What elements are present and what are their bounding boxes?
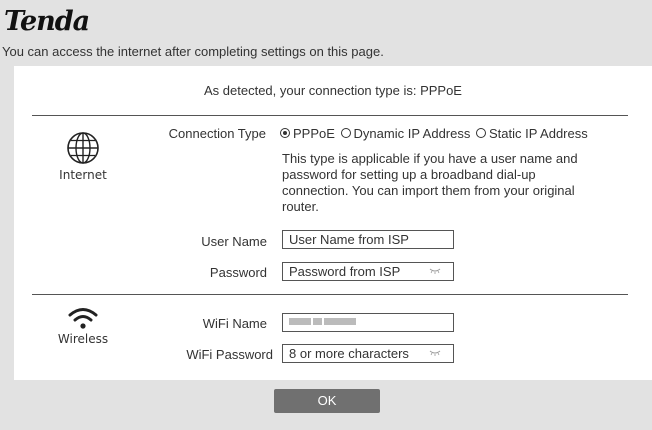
connection-type-description: This type is applicable if you have a us… [282, 151, 578, 214]
eye-closed-icon[interactable] [429, 268, 441, 274]
wifi-icon [68, 308, 98, 329]
radio-dynamic-ip-label: Dynamic IP Address [353, 126, 471, 141]
radio-dynamic-ip[interactable]: Dynamic IP Address [340, 126, 471, 141]
wireless-caption: Wireless [57, 332, 109, 346]
wifi-password-input[interactable]: 8 or more characters [282, 344, 454, 363]
password-label: Password [209, 265, 267, 280]
user-name-label: User Name [201, 234, 267, 249]
connection-type-radio-group: PPPoE Dynamic IP Address Static IP Addre… [280, 126, 590, 141]
divider [32, 115, 628, 116]
globe-icon [67, 132, 99, 164]
radio-pppoe-label: PPPoE [293, 126, 335, 141]
wifi-password-label: WiFi Password [186, 347, 273, 362]
password-input[interactable]: Password from ISP [282, 262, 454, 281]
user-name-placeholder: User Name from ISP [289, 232, 409, 247]
eye-closed-icon[interactable] [429, 350, 441, 356]
radio-static-ip-label: Static IP Address [488, 126, 588, 141]
ok-button[interactable]: OK [274, 389, 380, 413]
connection-type-label: Connection Type [168, 126, 266, 141]
divider [32, 294, 628, 295]
user-name-input[interactable]: User Name from ISP [282, 230, 454, 249]
settings-card: As detected, your connection type is: PP… [14, 66, 652, 380]
radio-static-ip[interactable]: Static IP Address [475, 126, 588, 141]
radio-unselected-icon [340, 128, 351, 138]
radio-pppoe[interactable]: PPPoE [280, 126, 335, 141]
wifi-name-input[interactable] [282, 313, 454, 332]
internet-caption: Internet [59, 168, 107, 182]
radio-unselected-icon [475, 128, 486, 138]
wifi-password-placeholder: 8 or more characters [289, 346, 409, 361]
page-subtitle: You can access the internet after comple… [2, 44, 384, 59]
password-placeholder: Password from ISP [289, 264, 401, 279]
wifi-name-value-blurred [289, 318, 358, 333]
radio-selected-icon [280, 128, 290, 138]
detected-connection-text: As detected, your connection type is: PP… [204, 83, 462, 98]
wifi-name-label: WiFi Name [202, 316, 267, 331]
tenda-logo: Tenda [4, 6, 90, 37]
